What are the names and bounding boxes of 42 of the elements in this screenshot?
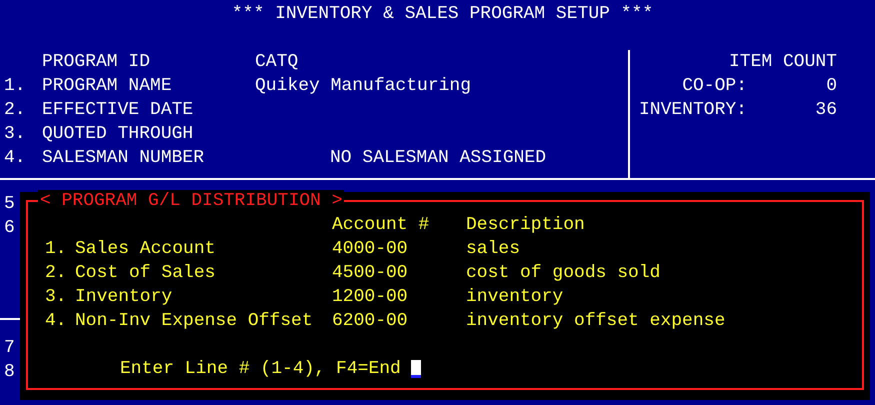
account-description: cost of goods sold [466, 262, 660, 285]
item-count-heading: ITEM COUNT [728, 51, 837, 74]
field-label: PROGRAM ID [42, 51, 152, 74]
account-number: 4500-00 [332, 262, 409, 285]
line-number: 1. [45, 238, 68, 261]
field-number: 4. [3, 147, 27, 170]
line-number: 7 [3, 337, 16, 360]
field-value: CATQ [255, 51, 298, 74]
field-label: SALESMAN NUMBER [42, 147, 206, 170]
field-label: EFFECTIVE DATE [42, 99, 194, 122]
status-message: NO SALESMAN ASSIGNED [330, 147, 546, 170]
column-header: Description [466, 214, 585, 237]
column-header: Account # [332, 214, 430, 237]
field-label: PROGRAM NAME [42, 75, 173, 98]
line-number: 5 [3, 193, 16, 216]
account-description: sales [466, 238, 520, 261]
line-number: 4. [45, 310, 68, 333]
account-name: Sales Account [75, 238, 216, 261]
line-number: 3. [45, 286, 68, 309]
account-number: 4000-00 [332, 238, 409, 261]
account-name: Non-Inv Expense Offset [75, 310, 314, 333]
field-number: 1. [3, 75, 27, 98]
count-value: 36 [814, 99, 837, 122]
account-number: 1200-00 [332, 286, 409, 309]
account-number: 6200-00 [332, 310, 409, 333]
line-number: 8 [3, 361, 16, 384]
line-number: 2. [45, 262, 68, 285]
line-number: 6 [3, 217, 16, 240]
account-description: inventory offset expense [466, 310, 726, 333]
prompt-text: Enter Line # (1-4), F4=End [120, 358, 401, 381]
account-name: Inventory [75, 286, 174, 309]
count-value: 0 [825, 75, 837, 98]
text-cursor[interactable] [410, 360, 421, 378]
screen-title: *** INVENTORY & SALES PROGRAM SETUP *** [230, 3, 654, 26]
field-value: Quikey Manufacturing [255, 75, 472, 98]
field-label: QUOTED THROUGH [42, 123, 194, 146]
field-number: 2. [3, 99, 27, 122]
count-label: INVENTORY: [638, 99, 747, 122]
field-number: 3. [3, 123, 27, 146]
count-label: CO-OP: [682, 75, 747, 98]
account-name: Cost of Sales [75, 262, 216, 285]
account-description: inventory [466, 286, 564, 309]
